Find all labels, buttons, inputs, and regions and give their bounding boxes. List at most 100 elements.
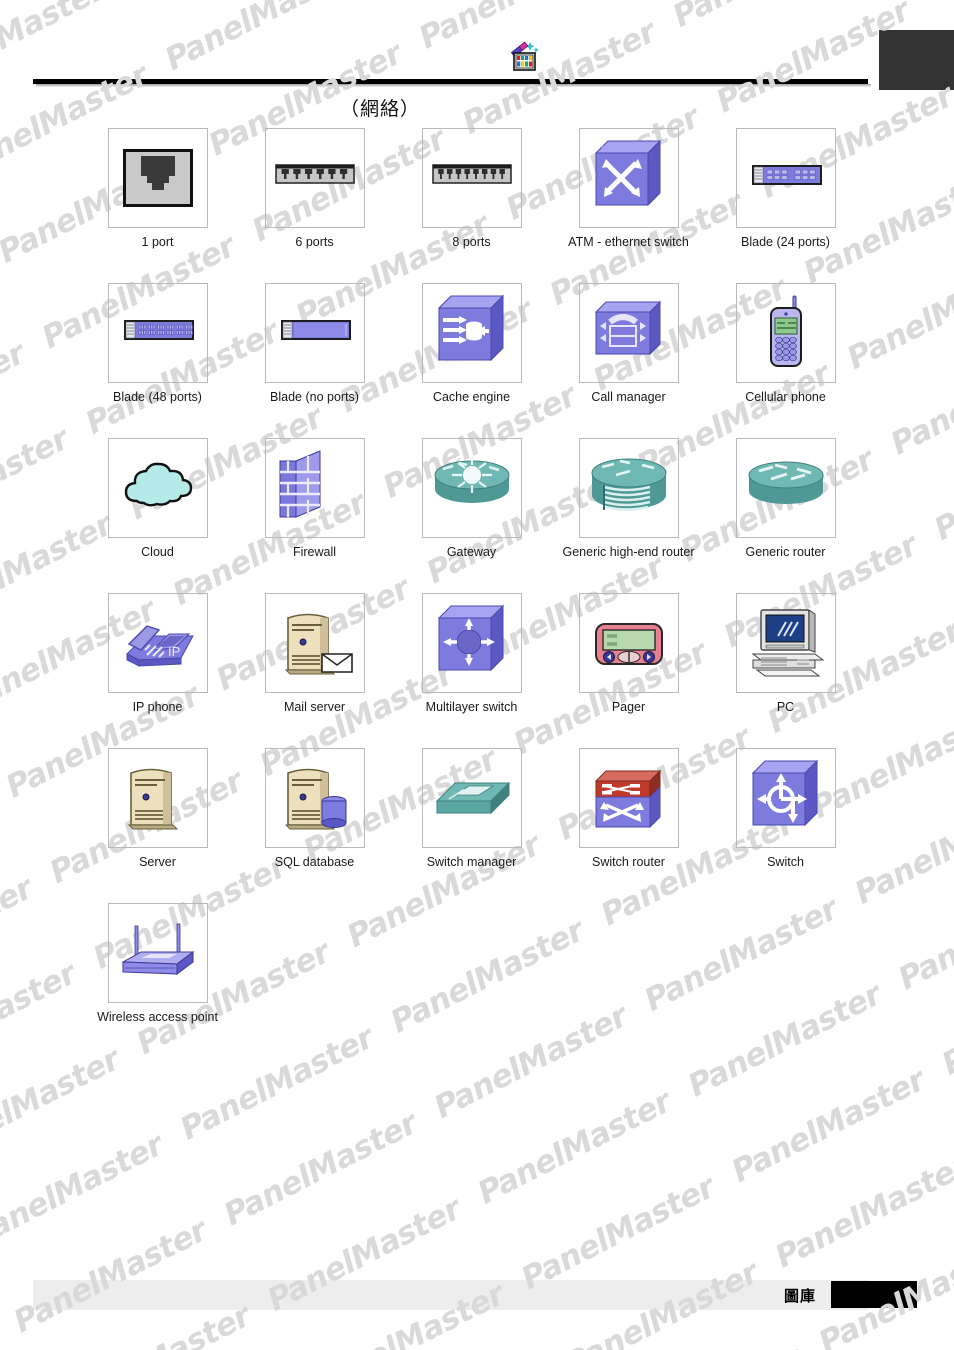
clipart-caption: Cache engine	[432, 390, 511, 404]
clipart-thumbnail[interactable]	[107, 903, 208, 1003]
gallery-row: IP IP phone Mail server Multilayer switch Pa…	[79, 593, 879, 748]
rj45-6-ports-icon	[272, 135, 358, 221]
clipart-item-rj45-8-ports[interactable]: 8 ports	[393, 128, 550, 283]
clipart-caption: Switch	[767, 855, 804, 869]
clipart-thumbnail[interactable]	[264, 128, 365, 228]
ip-phone-icon: IP	[115, 600, 201, 686]
clipart-item-generic-high-end-router[interactable]: Generic high-end router	[550, 438, 707, 593]
clipart-thumbnail[interactable]	[107, 438, 208, 538]
footer-bar	[33, 1280, 868, 1310]
clipart-item-sql-database[interactable]: SQL database	[236, 748, 393, 903]
clipart-item-atm-ethernet-switch[interactable]: ATM - ethernet switch	[550, 128, 707, 283]
cloud-icon	[115, 445, 201, 531]
watermark-text: PanelMaster	[769, 1147, 954, 1276]
clipart-thumbnail[interactable]	[107, 283, 208, 383]
clipart-thumbnail[interactable]: IP	[107, 593, 208, 693]
rj45-1-port-icon	[115, 135, 201, 221]
clipart-thumbnail[interactable]	[264, 593, 365, 693]
watermark-text: PanelMaster	[218, 1105, 423, 1234]
wireless-access-point-icon	[115, 910, 201, 996]
clipart-caption: Server	[139, 855, 176, 869]
gallery-row: Server SQL database Switch manager Switch r…	[79, 748, 879, 903]
clipart-caption: Cellular phone	[745, 390, 826, 404]
clipart-thumbnail[interactable]	[107, 748, 208, 848]
clipart-caption: Switch manager	[426, 855, 517, 869]
clipart-item-cloud[interactable]: Cloud	[79, 438, 236, 593]
multilayer-switch-icon	[429, 600, 515, 686]
clipart-thumbnail[interactable]	[264, 748, 365, 848]
rj45-8-ports-icon	[429, 135, 515, 221]
clipart-item-switch-router[interactable]: Switch router	[550, 748, 707, 903]
mail-server-icon	[272, 600, 358, 686]
clipart-thumbnail[interactable]	[421, 438, 522, 538]
clipart-thumbnail[interactable]	[107, 128, 208, 228]
clipart-item-gateway[interactable]: Gateway	[393, 438, 550, 593]
clipart-item-multilayer-switch[interactable]: Multilayer switch	[393, 593, 550, 748]
clipart-caption: ATM - ethernet switch	[568, 235, 689, 249]
clipart-item-blade-24-ports[interactable]: Blade (24 ports)	[707, 128, 864, 283]
clipart-thumbnail[interactable]	[578, 438, 679, 538]
gallery-row: Wireless access point	[79, 903, 879, 1058]
clipart-caption: Blade (48 ports)	[113, 390, 202, 404]
cache-engine-icon	[429, 290, 515, 376]
clipart-thumbnail[interactable]	[264, 438, 365, 538]
clipart-item-blade-48-ports[interactable]: Blade (48 ports)	[79, 283, 236, 438]
header-rule	[33, 79, 871, 87]
clipart-thumbnail[interactable]	[735, 438, 836, 538]
watermark-text: PanelMaster	[928, 419, 954, 548]
clipart-item-pager[interactable]: Pager	[550, 593, 707, 748]
clipart-item-switch[interactable]: Switch	[707, 748, 864, 903]
clipart-item-cache-engine[interactable]: Cache engine	[393, 283, 550, 438]
clipart-thumbnail[interactable]	[578, 748, 679, 848]
gallery-row: 1 port 6 ports 8 ports ATM - ethernet switc…	[79, 128, 879, 283]
clipart-gallery: 1 port 6 ports 8 ports ATM - ethernet switc…	[79, 128, 879, 1058]
blade-no-ports-icon	[272, 290, 358, 376]
clipart-item-call-manager[interactable]: Call manager	[550, 283, 707, 438]
clipart-thumbnail[interactable]	[735, 128, 836, 228]
clipart-item-pc[interactable]: PC	[707, 593, 864, 748]
clipart-caption: Pager	[611, 700, 646, 714]
generic-high-end-router-icon	[586, 445, 672, 531]
watermark-text: PanelMaster	[472, 1083, 677, 1212]
clipart-item-switch-manager[interactable]: Switch manager	[393, 748, 550, 903]
clipart-thumbnail[interactable]	[421, 283, 522, 383]
clipart-caption: Call manager	[591, 390, 666, 404]
clipart-thumbnail[interactable]	[735, 593, 836, 693]
clipart-item-server[interactable]: Server	[79, 748, 236, 903]
clipart-caption: 8 ports	[452, 235, 491, 249]
clipart-caption: Mail server	[283, 700, 346, 714]
watermark-text: PanelMaster	[654, 0, 908, 61]
footer-corner-block	[831, 1281, 917, 1308]
watermark-text: PanelMaster	[261, 1190, 467, 1319]
pager-icon	[586, 600, 672, 686]
clipart-caption: Wireless access point	[97, 1010, 218, 1024]
clipart-thumbnail[interactable]	[735, 283, 836, 383]
clipart-item-rj45-6-ports[interactable]: 6 ports	[236, 128, 393, 283]
clipart-thumbnail[interactable]	[578, 283, 679, 383]
clipart-item-wireless-access-point[interactable]: Wireless access point	[79, 903, 236, 1058]
clipart-item-firewall[interactable]: Firewall	[236, 438, 393, 593]
call-manager-icon	[586, 290, 672, 376]
clipart-item-rj45-1-port[interactable]: 1 port	[79, 128, 236, 283]
clipart-caption: PC	[776, 700, 795, 714]
clipart-item-generic-router[interactable]: Generic router	[707, 438, 864, 593]
page-title: （網絡）	[339, 98, 420, 120]
clipart-thumbnail[interactable]	[421, 593, 522, 693]
watermark-text: PanelMaster	[813, 1232, 954, 1350]
clipart-item-mail-server[interactable]: Mail server	[236, 593, 393, 748]
clipart-thumbnail[interactable]	[578, 593, 679, 693]
clipart-item-blade-no-ports[interactable]: Blade (no ports)	[236, 283, 393, 438]
clipart-thumbnail[interactable]	[735, 748, 836, 848]
clipart-thumbnail[interactable]	[578, 128, 679, 228]
clipart-thumbnail[interactable]	[421, 128, 522, 228]
clipart-thumbnail[interactable]	[264, 283, 365, 383]
watermark-text: PanelMaster	[336, 1324, 590, 1350]
watermark-text: PanelMaster	[0, 212, 23, 405]
switch-manager-icon	[429, 755, 515, 841]
clipart-item-cellular-phone[interactable]: Cellular phone	[707, 283, 864, 438]
footer-label: 圖庫	[784, 1287, 817, 1305]
clipart-thumbnail[interactable]	[421, 748, 522, 848]
clipart-item-ip-phone[interactable]: IP IP phone	[79, 593, 236, 748]
watermark-text: PanelMaster	[936, 954, 954, 1083]
clipart-caption: Generic router	[745, 545, 826, 559]
